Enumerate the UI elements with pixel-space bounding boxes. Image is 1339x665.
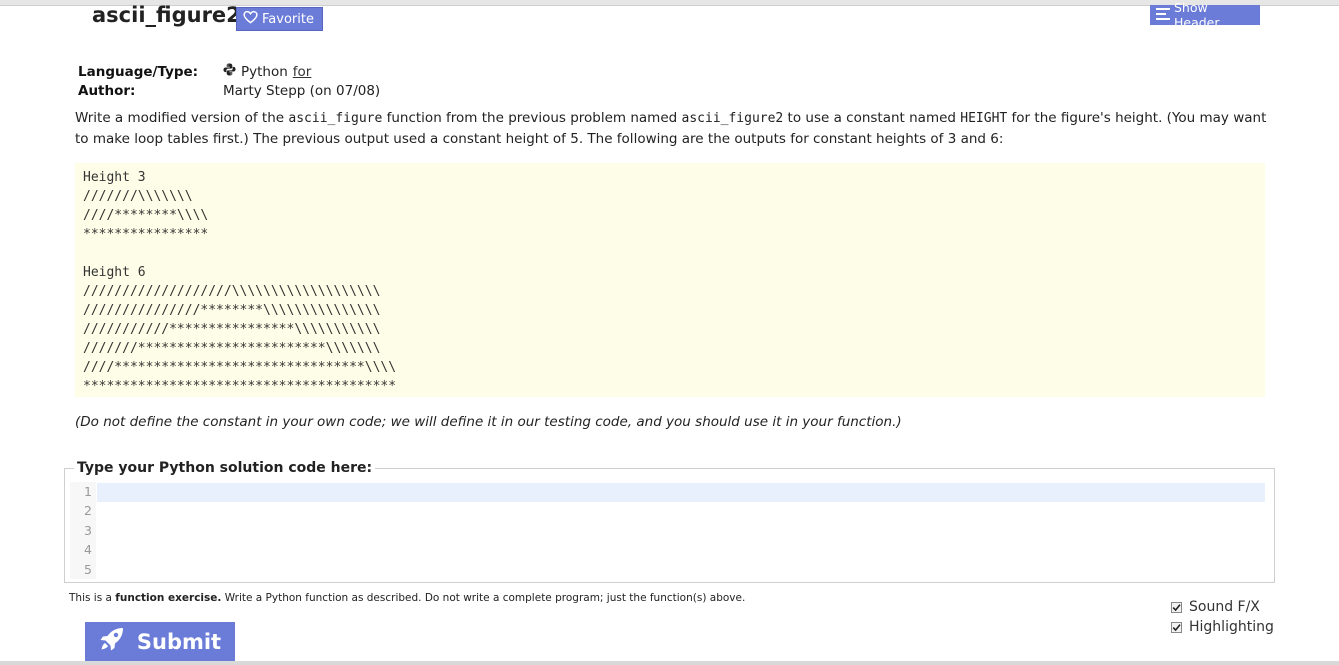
problem-meta: Language/Type: Python for Author: Marty … — [78, 62, 380, 100]
sound-checkbox[interactable] — [1171, 601, 1182, 613]
show-header-button[interactable]: Show Header — [1150, 0, 1260, 30]
favorite-label: Favorite — [262, 11, 314, 27]
window-bottom-border — [0, 661, 1339, 665]
highlighting-label: Highlighting — [1189, 619, 1274, 635]
exercise-info: This is a function exercise. Write a Pyt… — [69, 592, 746, 604]
line-number: 2 — [84, 503, 92, 519]
heart-icon — [243, 10, 258, 28]
line-number: 5 — [84, 561, 92, 577]
sample-output: Height 3 ///////\\\\\\\ ////********\\\\… — [75, 163, 1265, 397]
line-number: 1 — [84, 484, 92, 499]
language-label: Language/Type: — [78, 63, 199, 80]
language-for-link[interactable]: for — [293, 64, 312, 80]
options-panel: Sound F/X Highlighting — [1171, 597, 1274, 637]
submit-label: Submit — [136, 629, 222, 654]
code-editor-legend: Type your Python solution code here: — [74, 460, 376, 476]
highlighting-option[interactable]: Highlighting — [1171, 617, 1274, 637]
favorite-button[interactable]: Favorite — [236, 7, 323, 31]
rocket-icon — [99, 626, 125, 657]
sound-label: Sound F/X — [1189, 599, 1260, 615]
menu-lines-icon — [1156, 7, 1170, 23]
line-number: 4 — [84, 542, 92, 558]
author-value: Marty Stepp (on 07/08) — [223, 82, 381, 99]
code-height: HEIGHT — [960, 111, 1008, 126]
problem-description: Write a modified version of the ascii_fi… — [75, 110, 1267, 147]
highlighting-checkbox[interactable] — [1171, 621, 1182, 633]
code-ascii-figure: ascii_figure — [288, 111, 383, 126]
code-ascii-figure2: ascii_figure2 — [681, 111, 784, 126]
code-editor[interactable] — [97, 483, 1265, 579]
language-value: Python — [241, 63, 288, 80]
author-label: Author: — [78, 82, 136, 99]
line-number: 3 — [84, 522, 92, 538]
sound-option[interactable]: Sound F/X — [1171, 597, 1274, 617]
python-icon — [223, 63, 236, 80]
problem-title: ascii_figure2 — [92, 3, 241, 27]
submit-button[interactable]: Submit — [85, 622, 235, 661]
constant-note: (Do not define the constant in your own … — [75, 414, 902, 430]
show-header-label: Show Header — [1174, 0, 1220, 30]
line-number-gutter: 1 2 3 4 5 — [70, 482, 96, 579]
